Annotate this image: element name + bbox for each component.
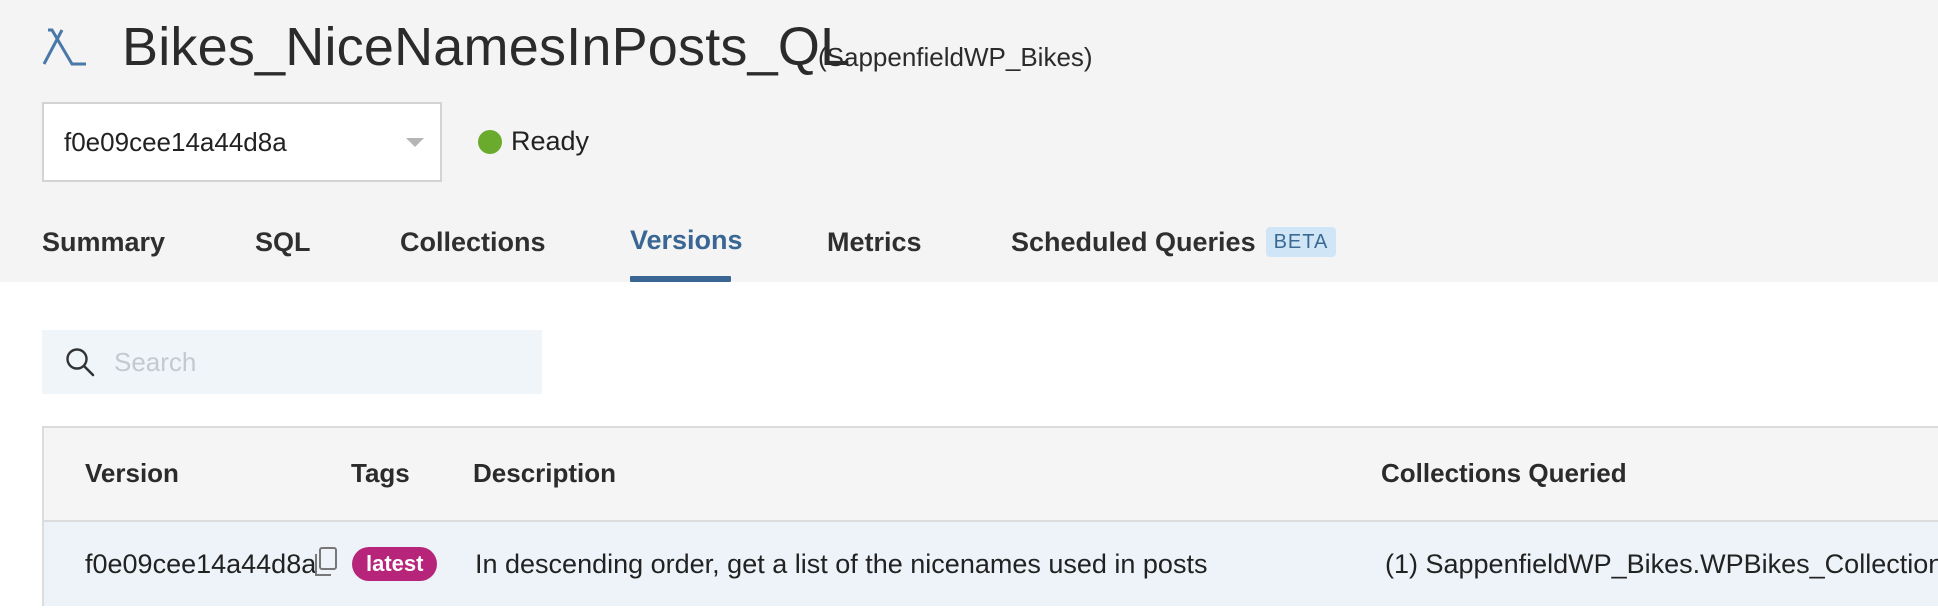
search-icon: [66, 348, 95, 377]
column-header-collections-queried[interactable]: Collections Queried: [1381, 458, 1627, 489]
search-input[interactable]: [114, 346, 514, 378]
tab-sql[interactable]: SQL: [255, 222, 311, 262]
tab-scheduled-queries[interactable]: Scheduled Queries BETA: [1011, 222, 1337, 262]
version-dropdown-value: f0e09cee14a44d8a: [64, 126, 287, 157]
collections-queried[interactable]: (1) SappenfieldWP_Bikes.WPBikes_Collecti…: [1385, 546, 1938, 582]
copy-icon[interactable]: [312, 546, 338, 578]
tab-metrics[interactable]: Metrics: [827, 222, 922, 262]
tab-versions[interactable]: Versions: [630, 220, 743, 260]
status-indicator: Ready: [478, 126, 589, 157]
tag-badge-latest[interactable]: latest: [352, 547, 438, 581]
column-header-description[interactable]: Description: [473, 458, 616, 489]
chevron-down-icon: [406, 138, 424, 147]
version-dropdown[interactable]: f0e09cee14a44d8a: [42, 102, 442, 182]
column-header-tags[interactable]: Tags: [351, 458, 410, 489]
page-title: Bikes_NiceNamesInPosts_QL: [122, 17, 851, 77]
tab-collections[interactable]: Collections: [400, 222, 546, 262]
version-description: In descending order, get a list of the n…: [475, 549, 1208, 579]
search-bar[interactable]: [42, 330, 542, 394]
status-label: Ready: [511, 126, 590, 156]
lambda-icon: [42, 28, 86, 66]
workspace-label: (SappenfieldWP_Bikes): [818, 42, 1093, 72]
active-tab-indicator: [630, 276, 731, 282]
version-id: f0e09cee14a44d8a: [85, 549, 317, 579]
versions-table: Version Tags Description Collections Que…: [42, 426, 1938, 606]
table-header: Version Tags Description Collections Que…: [44, 428, 1938, 522]
tab-scheduled-queries-label: Scheduled Queries: [1011, 227, 1256, 257]
table-row[interactable]: f0e09cee14a44d8a latest In descending or…: [44, 522, 1938, 606]
tab-summary[interactable]: Summary: [42, 222, 165, 262]
beta-badge: BETA: [1265, 227, 1337, 257]
query-lambda-header: Bikes_NiceNamesInPosts_QL (SappenfieldWP…: [0, 0, 1938, 282]
column-header-version[interactable]: Version: [85, 458, 179, 489]
status-dot-icon: [478, 129, 502, 154]
